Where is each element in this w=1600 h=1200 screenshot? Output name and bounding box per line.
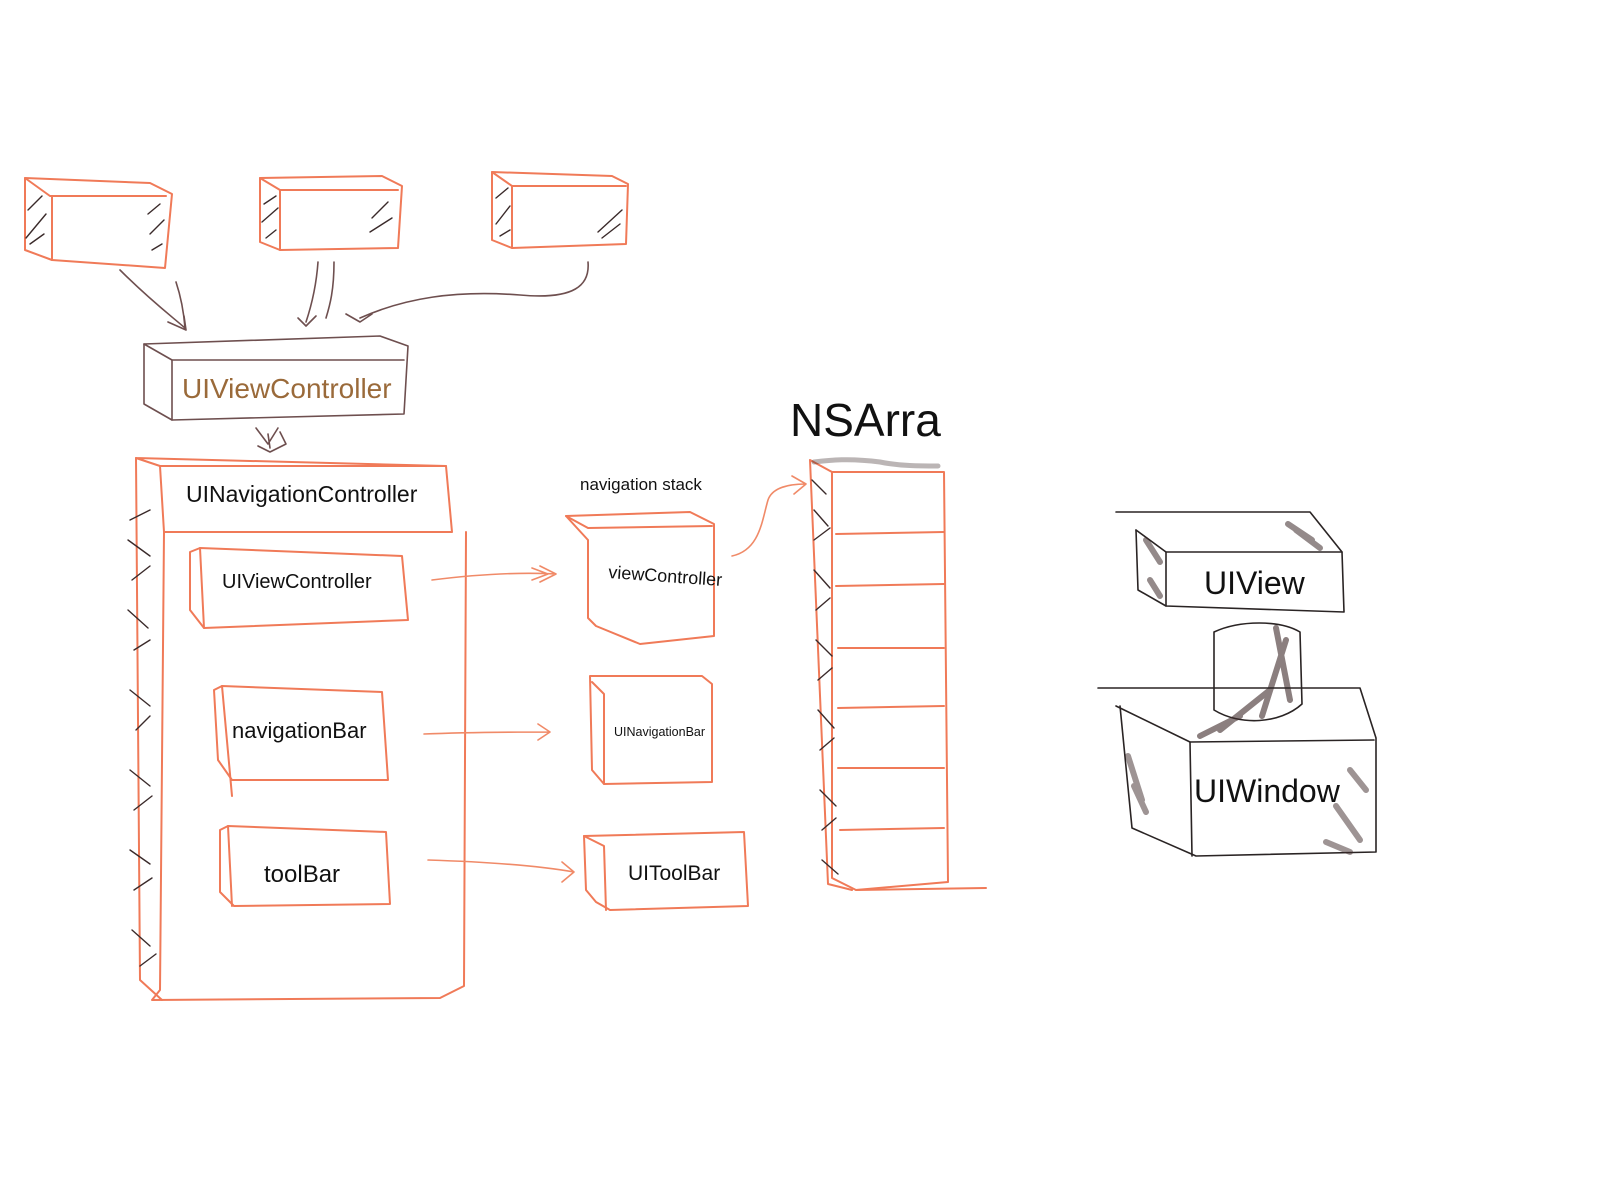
- child-box-1: [24, 177, 173, 269]
- array-column: [809, 457, 987, 891]
- child-arrows: [119, 261, 589, 331]
- diagram-canvas: UIViewController UINavigationController …: [24, 171, 1377, 1001]
- child-box-3: [491, 171, 629, 249]
- nav-child-viewcontroller-label: UIViewController: [222, 571, 372, 593]
- connector-cylinder: [1197, 622, 1303, 739]
- stack-item-navigationbar-label: UINavigationBar: [614, 725, 705, 739]
- nav-child-toolbar-label: toolBar: [264, 861, 340, 888]
- array-label: NSArra: [790, 394, 941, 446]
- nav-child-navigationbar-label: navigationBar: [232, 718, 367, 743]
- stack-item-toolbar-label: UIToolBar: [628, 862, 720, 885]
- stack-caption: navigation stack: [580, 475, 702, 494]
- nav-controller-label: UINavigationController: [186, 481, 418, 507]
- stack-item-viewcontroller-label: viewController: [608, 562, 723, 590]
- uiwindow-label: UIWindow: [1194, 773, 1341, 809]
- stack-arrows: [423, 565, 575, 883]
- top-viewcontroller-label: UIViewController: [182, 373, 392, 404]
- uiview-label: UIView: [1204, 565, 1306, 601]
- vc-to-array-arrow: [731, 475, 807, 557]
- child-box-2: [259, 175, 403, 251]
